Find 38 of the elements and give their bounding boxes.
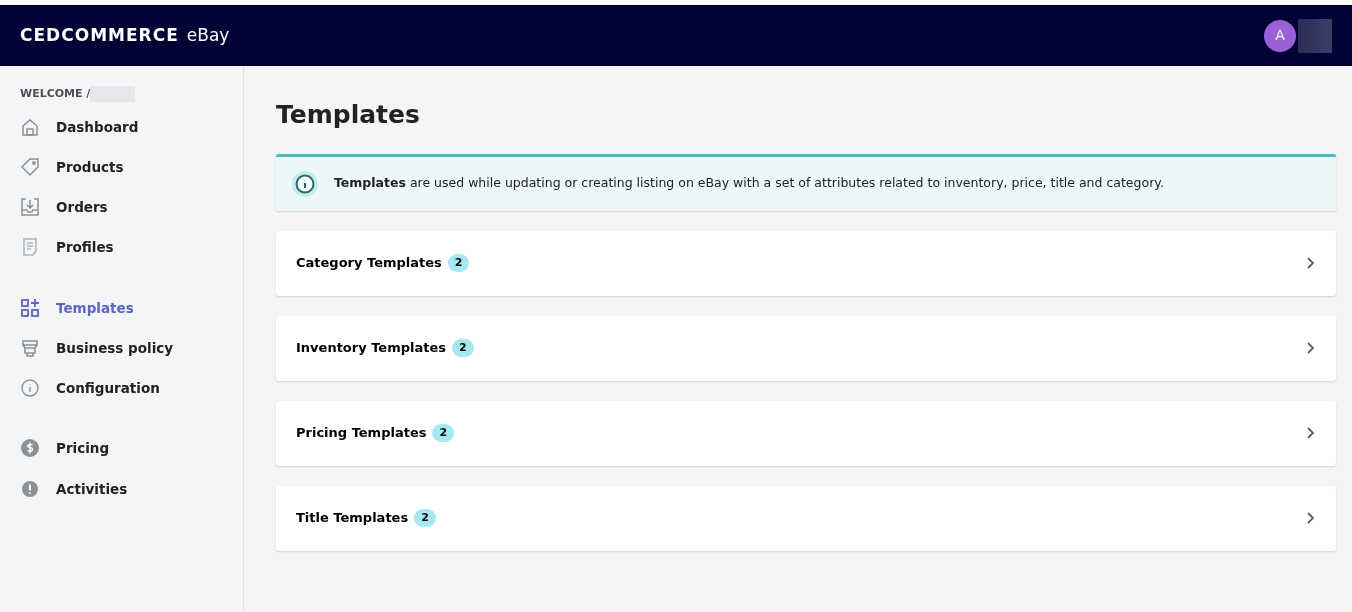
logo: CEDCOMMERCE (20, 23, 179, 47)
alert-icon (20, 478, 40, 499)
chevron-right-icon (1306, 511, 1316, 525)
inbox-download-icon (20, 197, 40, 218)
sidebar-item[interactable]: Profiles (56, 232, 114, 263)
chevron-right-icon (1306, 256, 1316, 270)
sidebar-item[interactable]: Pricing (56, 433, 110, 464)
tag-icon (20, 156, 40, 177)
document-icon (20, 237, 40, 258)
info-icon (292, 170, 318, 197)
sidebar-item[interactable]: Products (56, 151, 124, 182)
store-icon (20, 337, 40, 358)
info-icon (20, 378, 40, 399)
sidebar-item[interactable]: Orders (56, 192, 108, 223)
template-section-row[interactable]: Inventory Templates 2 (276, 315, 1336, 381)
count-badge: 2 (452, 338, 474, 358)
page-title: Templates (276, 99, 421, 131)
banner-text: Templates are used while updating or creating listing on eBay with a set of attributes related to inventory, price, title and category. (334, 174, 1164, 193)
blurred-username (1298, 18, 1332, 53)
grid-plus-icon (20, 297, 40, 318)
avatar[interactable]: A (1264, 19, 1296, 52)
chevron-right-icon (1306, 341, 1316, 355)
count-badge: 2 (447, 253, 470, 273)
sidebar-item[interactable]: Templates (56, 292, 134, 323)
sidebar-item[interactable]: Business policy (56, 332, 174, 363)
template-section-row[interactable]: Category Templates 2 (276, 230, 1336, 296)
count-badge: 2 (414, 508, 436, 528)
dollar-icon (20, 438, 40, 459)
sidebar-item[interactable]: Activities (56, 473, 128, 504)
logo-suffix: eBay (186, 23, 230, 47)
chevron-right-icon (1306, 426, 1316, 440)
house-icon (20, 116, 40, 137)
sidebar-item[interactable]: Configuration (56, 373, 160, 404)
count-badge: 2 (432, 423, 455, 443)
sidebar-item[interactable]: Dashboard (56, 111, 139, 142)
template-section-row[interactable]: Pricing Templates 2 (276, 400, 1336, 466)
welcome-label: WELCOME / (20, 86, 91, 102)
template-section-row[interactable]: Title Templates 2 (276, 485, 1336, 551)
